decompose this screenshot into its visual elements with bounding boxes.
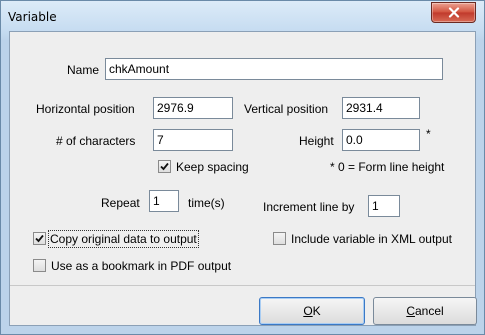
increment-line-label: Increment line by	[263, 200, 355, 214]
checkmark-icon	[160, 162, 169, 171]
cancel-label-rest: ancel	[414, 304, 444, 318]
bookmark-checkbox[interactable]	[33, 259, 46, 272]
include-xml-checkbox[interactable]	[273, 232, 286, 245]
repeat-unit-label: time(s)	[188, 196, 225, 210]
cancel-button[interactable]: Cancel	[373, 297, 477, 325]
include-xml-label[interactable]: Include variable in XML output	[291, 232, 452, 246]
keep-spacing-label[interactable]: Keep spacing	[176, 160, 249, 174]
num-characters-field[interactable]: 7	[153, 129, 233, 151]
cancel-mnemonic: C	[406, 304, 415, 318]
window-title: Variable	[8, 10, 57, 24]
vertical-position-field[interactable]: 2931.4	[342, 97, 420, 119]
variable-dialog: Variable Name chkAmount Horizontal posit…	[0, 0, 485, 335]
height-note: * 0 = Form line height	[330, 160, 445, 174]
increment-line-field[interactable]: 1	[368, 195, 400, 217]
ok-mnemonic: O	[303, 304, 313, 318]
height-field[interactable]: 0.0	[342, 129, 420, 151]
checkmark-icon	[35, 234, 44, 243]
bookmark-label[interactable]: Use as a bookmark in PDF output	[51, 259, 231, 273]
ok-label-rest: K	[312, 304, 321, 318]
ok-button[interactable]: OK	[259, 297, 365, 325]
dialog-content: Name chkAmount Horizontal position 2976.…	[9, 31, 477, 326]
copy-original-checkbox[interactable]	[33, 232, 46, 245]
close-icon	[448, 7, 459, 18]
name-label: Name	[67, 63, 100, 77]
horizontal-position-label: Horizontal position	[36, 102, 135, 116]
num-characters-label: # of characters	[56, 134, 136, 148]
horizontal-position-field[interactable]: 2976.9	[153, 97, 233, 119]
name-field[interactable]: chkAmount	[105, 58, 443, 80]
repeat-label: Repeat	[101, 196, 140, 210]
title-bar[interactable]: Variable	[1, 1, 484, 31]
repeat-field[interactable]: 1	[149, 190, 179, 212]
close-button[interactable]	[431, 2, 476, 23]
keep-spacing-checkbox[interactable]	[158, 160, 171, 173]
copy-original-label[interactable]: Copy original data to output	[48, 230, 199, 248]
height-label: Height	[299, 134, 334, 148]
height-asterisk: *	[426, 127, 431, 141]
button-row-divider	[10, 285, 475, 286]
vertical-position-label: Vertical position	[244, 102, 329, 116]
